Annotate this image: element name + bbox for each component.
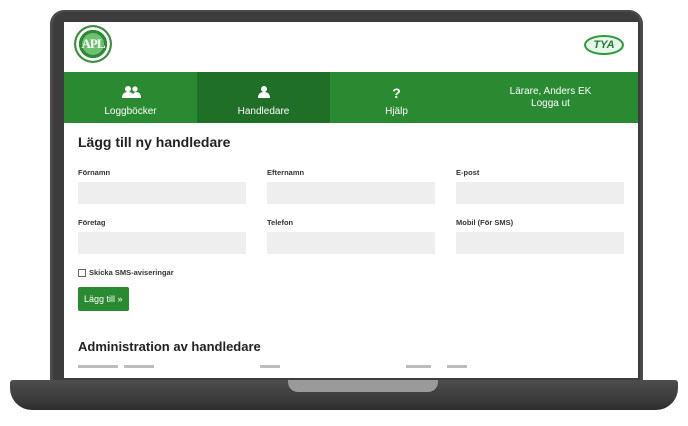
efternamn-input[interactable] (267, 182, 435, 204)
form-title: Lägg till ny handledare (78, 134, 231, 150)
fornamn-input[interactable] (78, 182, 246, 204)
sms-checkbox-label: Skicka SMS-aviseringar (89, 268, 174, 277)
user-menu: Lärare, Anders EK Logga ut (463, 72, 638, 123)
epost-label: E-post (456, 168, 480, 177)
main-nav: Loggböcker Handledare ? Hjälp Lärare, An… (64, 72, 638, 123)
user-icon (257, 86, 271, 100)
laptop-base (10, 380, 678, 410)
logout-link[interactable]: Logga ut (531, 98, 570, 110)
users-icon (121, 86, 141, 100)
screen: APL TYA Loggböcker Handledare ? Hjälp Lä… (64, 22, 638, 378)
form-row: Företag Telefon Mobil (För SMS) (78, 218, 624, 254)
nav-label: Handledare (237, 106, 290, 117)
telefon-input[interactable] (267, 232, 435, 254)
sms-checkbox-row[interactable]: Skicka SMS-aviseringar (78, 268, 624, 277)
epost-input[interactable] (456, 182, 624, 204)
foretag-field-group: Företag (78, 218, 246, 254)
sms-checkbox[interactable] (78, 268, 86, 277)
tya-logo[interactable]: TYA (584, 35, 624, 55)
main-content: Lägg till ny handledare Förnamn Efternam… (64, 123, 638, 369)
nav-item-loggbocker[interactable]: Loggböcker (64, 72, 197, 123)
form-row: Förnamn Efternamn E-post (78, 168, 624, 204)
header: APL TYA (64, 22, 638, 72)
epost-field-group: E-post (456, 168, 624, 204)
add-button[interactable]: Lägg till » (78, 287, 129, 311)
laptop-notch (288, 380, 438, 392)
mobil-field-group: Mobil (För SMS) (456, 218, 624, 254)
nav-label: Hjälp (385, 106, 408, 117)
telefon-label: Telefon (267, 218, 294, 227)
user-name: Lärare, Anders EK (509, 86, 592, 97)
telefon-field-group: Telefon (267, 218, 435, 254)
admin-title: Administration av handledare (78, 339, 261, 354)
efternamn-label: Efternamn (267, 168, 305, 177)
efternamn-field-group: Efternamn (267, 168, 435, 204)
foretag-input[interactable] (78, 232, 246, 254)
mobil-input[interactable] (456, 232, 624, 254)
nav-item-handledare[interactable]: Handledare (197, 72, 330, 123)
foretag-label: Företag (78, 218, 106, 227)
help-icon: ? (392, 85, 401, 101)
mobil-label: Mobil (För SMS) (456, 218, 514, 227)
nav-label: Loggböcker (104, 106, 157, 117)
nav-item-hjalp[interactable]: ? Hjälp (330, 72, 463, 123)
table-header-peek (78, 365, 624, 369)
fornamn-label: Förnamn (78, 168, 111, 177)
fornamn-field-group: Förnamn (78, 168, 246, 204)
apl-logo[interactable]: APL (74, 25, 112, 63)
